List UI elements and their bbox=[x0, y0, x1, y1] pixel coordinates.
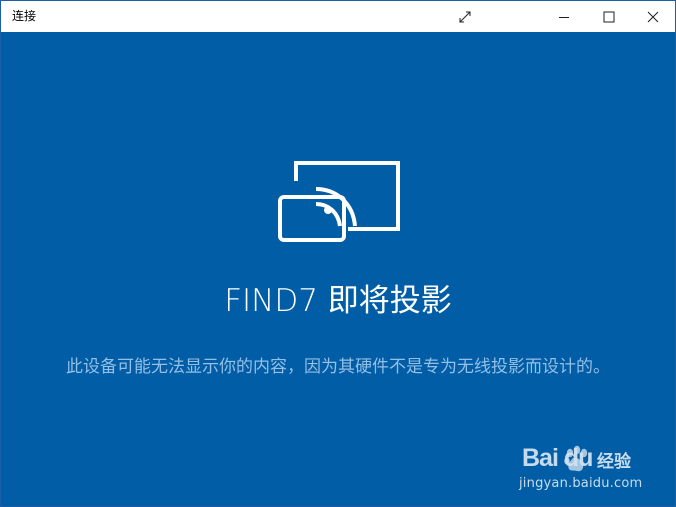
connect-window: 连接 FIND7 即将投影 此设备可能无法显示你的内容，因为其硬件不是专为无线投… bbox=[0, 0, 676, 507]
projection-heading: FIND7 即将投影 bbox=[224, 283, 452, 319]
expand-button[interactable] bbox=[442, 1, 488, 32]
title-bar: 连接 bbox=[1, 1, 675, 32]
watermark-url: jingyan.baidu.com bbox=[519, 476, 643, 491]
minimize-button[interactable] bbox=[541, 1, 587, 32]
maximize-button[interactable] bbox=[586, 1, 632, 32]
close-icon bbox=[647, 11, 659, 22]
window-title: 连接 bbox=[12, 9, 37, 23]
baidu-jingyan-watermark: Bai du 经验 jingyan.baidu.com bbox=[508, 430, 658, 494]
project-to-screen-icon bbox=[278, 161, 400, 242]
projection-content: FIND7 即将投影 此设备可能无法显示你的内容，因为其硬件不是专为无线投影而设… bbox=[1, 32, 675, 506]
watermark-label: 经验 bbox=[597, 452, 631, 472]
watermark-brand: Bai du bbox=[522, 444, 593, 472]
projection-warning-message: 此设备可能无法显示你的内容，因为其硬件不是专为无线投影而设计的。 bbox=[66, 357, 610, 377]
maximize-icon bbox=[603, 11, 615, 22]
close-button[interactable] bbox=[630, 1, 675, 32]
minimize-icon bbox=[559, 16, 569, 18]
expand-icon bbox=[459, 11, 471, 22]
